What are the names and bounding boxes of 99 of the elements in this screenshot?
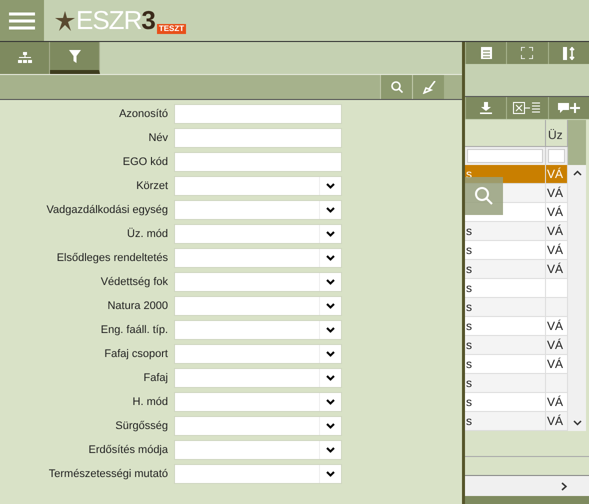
dropdown-field[interactable]	[174, 176, 342, 196]
export-icon	[513, 102, 542, 114]
dropdown-field[interactable]	[174, 440, 342, 460]
table-cell: VÁ	[546, 165, 568, 184]
input-field[interactable]	[174, 104, 342, 124]
field-label: Azonosító	[118, 108, 169, 120]
table-cell: s	[465, 222, 546, 241]
table-cell: s	[465, 374, 546, 393]
field-label: Elsődleges rendeltetés	[56, 252, 169, 264]
document-icon	[480, 47, 492, 59]
input-field[interactable]	[174, 152, 342, 172]
field-label: Körzet	[135, 180, 169, 192]
menu-icon	[9, 10, 35, 30]
table-cell: s	[465, 241, 546, 260]
chevron-down-icon	[326, 423, 335, 429]
field-label: Vadgazdálkodási egység	[46, 204, 169, 216]
field-label: Fafaj	[142, 372, 169, 384]
table-cell: VÁ	[546, 222, 568, 241]
table-cell: s	[465, 298, 546, 317]
field-label: Védettség fok	[100, 276, 169, 288]
comment-plus-icon	[558, 102, 580, 114]
field-label: Természetességi mutató	[48, 468, 169, 480]
logo-digit: 3	[141, 5, 156, 36]
table-cell: VÁ	[546, 241, 568, 260]
download-icon	[480, 102, 492, 114]
search-icon	[390, 81, 402, 93]
table-cell: VÁ	[546, 203, 568, 222]
dropdown-field[interactable]	[174, 248, 342, 268]
scroll-up-icon	[572, 170, 582, 176]
filter-tab[interactable]	[50, 42, 100, 74]
table-cell: s	[465, 279, 546, 298]
dropdown-field[interactable]	[174, 224, 342, 244]
search-button[interactable]	[380, 75, 412, 99]
chevron-down-icon	[326, 351, 335, 357]
tree-tab[interactable]	[0, 42, 50, 74]
field-label: Név	[147, 132, 169, 144]
menu-button[interactable]	[0, 0, 44, 41]
table-cell	[546, 374, 568, 393]
scroll-down-icon	[572, 420, 582, 426]
field-label: H. mód	[132, 396, 169, 408]
hierarchy-icon	[18, 52, 32, 64]
dropdown-field[interactable]	[174, 320, 342, 340]
table-cell: s	[465, 412, 546, 431]
dropdown-field[interactable]	[174, 296, 342, 316]
header-corner	[568, 120, 586, 165]
table-cell: VÁ	[546, 260, 568, 279]
chevron-down-icon	[326, 183, 335, 189]
scroll-right-icon	[561, 482, 567, 490]
dropdown-field[interactable]	[174, 416, 342, 436]
chevron-down-icon	[326, 399, 335, 405]
field-label: Fafaj csoport	[103, 348, 169, 360]
field-label: Erdősítés módja	[88, 444, 169, 456]
table-cell: VÁ	[546, 336, 568, 355]
dropdown-field[interactable]	[174, 200, 342, 220]
filter-icon	[68, 50, 80, 62]
chevron-down-icon	[326, 303, 335, 309]
table-cell: s	[465, 336, 546, 355]
resize-icon	[562, 46, 575, 60]
logo-text: ESZR	[76, 5, 142, 36]
field-label: Natura 2000	[106, 300, 169, 312]
field-label: EGO kód	[122, 156, 169, 168]
table-cell	[546, 298, 568, 317]
clear-button[interactable]	[412, 75, 444, 99]
field-label: Üz. mód	[126, 228, 169, 240]
table-cell: s	[465, 355, 546, 374]
table-cell	[546, 279, 568, 298]
table-cell: s	[465, 317, 546, 336]
search-icon	[475, 187, 493, 205]
chevron-down-icon	[326, 375, 335, 381]
input-field[interactable]	[174, 128, 342, 148]
table-cell: s	[465, 260, 546, 279]
expand-icon	[521, 47, 534, 59]
field-label: Eng. faáll. típ.	[100, 324, 169, 336]
dropdown-field[interactable]	[174, 464, 342, 484]
chevron-down-icon	[326, 231, 335, 237]
field-label: Sürgősség	[114, 420, 169, 432]
test-badge: TESZT	[156, 24, 186, 34]
table-cell: VÁ	[546, 184, 568, 203]
vertical-scrollbar[interactable]	[568, 165, 586, 431]
chevron-down-icon	[326, 279, 335, 285]
table-cell: VÁ	[546, 317, 568, 336]
dropdown-field[interactable]	[174, 272, 342, 292]
dropdown-field[interactable]	[174, 368, 342, 388]
filter-input[interactable]	[467, 149, 543, 163]
dropdown-field[interactable]	[174, 344, 342, 364]
filter-input[interactable]	[548, 149, 565, 163]
column-header[interactable]: Üz	[546, 120, 568, 147]
search-button[interactable]	[465, 177, 503, 215]
dropdown-field[interactable]	[174, 392, 342, 412]
table-cell: s	[465, 393, 546, 412]
chevron-down-icon	[326, 471, 335, 477]
chevron-down-icon	[326, 447, 335, 453]
table-cell: VÁ	[546, 412, 568, 431]
chevron-down-icon	[326, 327, 335, 333]
horizontal-scrollbar[interactable]	[465, 476, 589, 496]
table-cell: VÁ	[546, 355, 568, 374]
chevron-down-icon	[326, 207, 335, 213]
table-cell: VÁ	[546, 393, 568, 412]
chevron-down-icon	[326, 255, 335, 261]
